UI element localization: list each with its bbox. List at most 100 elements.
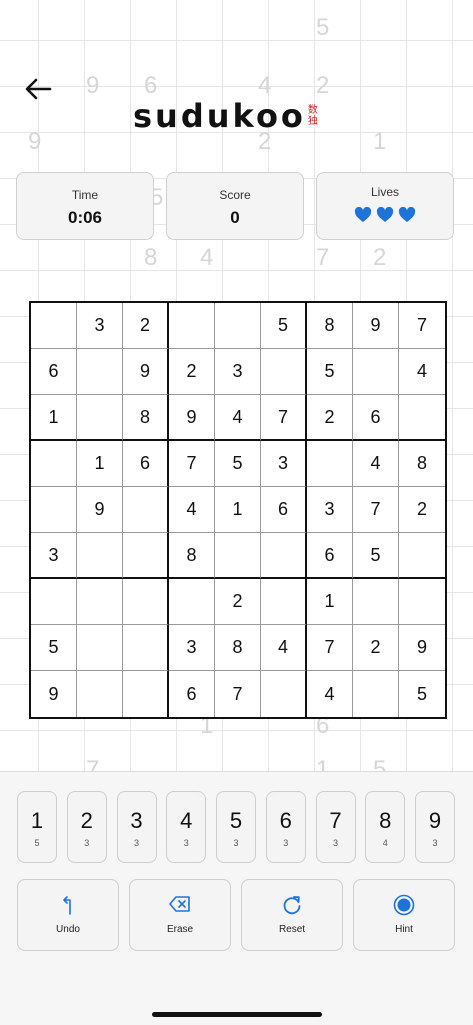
board-cell[interactable]: 7 xyxy=(169,441,215,487)
board-cell[interactable]: 3 xyxy=(31,533,77,579)
board-cell[interactable] xyxy=(169,579,215,625)
number-key-2[interactable]: 23 xyxy=(66,791,107,863)
board-cell[interactable]: 5 xyxy=(261,303,307,349)
hint-button[interactable]: Hint xyxy=(353,879,455,951)
board-cell[interactable]: 6 xyxy=(169,671,215,717)
board-cell[interactable]: 2 xyxy=(215,579,261,625)
home-indicator[interactable] xyxy=(152,1012,322,1017)
board-cell[interactable]: 9 xyxy=(31,671,77,717)
board-cell[interactable] xyxy=(261,579,307,625)
board-cell[interactable]: 5 xyxy=(399,671,445,717)
number-key-7[interactable]: 73 xyxy=(315,791,356,863)
board-cell[interactable]: 2 xyxy=(307,395,353,441)
board-cell[interactable]: 5 xyxy=(31,625,77,671)
board-cell[interactable] xyxy=(77,395,123,441)
board-cell[interactable]: 3 xyxy=(169,625,215,671)
board-cell[interactable]: 3 xyxy=(215,349,261,395)
number-key-1[interactable]: 15 xyxy=(17,791,57,863)
board-cell[interactable]: 5 xyxy=(215,441,261,487)
hint-label: Hint xyxy=(395,924,413,935)
board-cell[interactable] xyxy=(123,671,169,717)
erase-button[interactable]: Erase xyxy=(129,879,231,951)
board-cell[interactable]: 4 xyxy=(307,671,353,717)
board-cell[interactable]: 8 xyxy=(123,395,169,441)
board-cell[interactable]: 9 xyxy=(399,625,445,671)
board-cell[interactable] xyxy=(77,349,123,395)
board-cell[interactable] xyxy=(123,533,169,579)
board-cell[interactable] xyxy=(77,533,123,579)
board-cell[interactable]: 9 xyxy=(169,395,215,441)
board-cell[interactable]: 6 xyxy=(123,441,169,487)
board-cell[interactable]: 8 xyxy=(169,533,215,579)
reset-button[interactable]: Reset xyxy=(241,879,343,951)
board-cell[interactable]: 1 xyxy=(77,441,123,487)
number-key-8[interactable]: 84 xyxy=(365,791,406,863)
board-cell[interactable] xyxy=(169,303,215,349)
board-cell[interactable] xyxy=(353,671,399,717)
board-cell[interactable]: 8 xyxy=(307,303,353,349)
board-cell[interactable] xyxy=(261,671,307,717)
board-cell[interactable]: 3 xyxy=(261,441,307,487)
board-cell[interactable]: 6 xyxy=(307,533,353,579)
board-cell[interactable]: 6 xyxy=(353,395,399,441)
board-cell[interactable]: 9 xyxy=(77,487,123,533)
board-cell[interactable] xyxy=(353,579,399,625)
board-cell[interactable] xyxy=(399,579,445,625)
board-cell[interactable] xyxy=(77,625,123,671)
board-cell[interactable]: 3 xyxy=(77,303,123,349)
board-cell[interactable] xyxy=(399,533,445,579)
board-cell[interactable]: 3 xyxy=(307,487,353,533)
score-card: Score 0 xyxy=(166,172,304,240)
board-cell[interactable] xyxy=(31,303,77,349)
board-cell[interactable] xyxy=(123,487,169,533)
board-cell[interactable] xyxy=(215,533,261,579)
number-key-3[interactable]: 33 xyxy=(116,791,157,863)
number-key-6[interactable]: 63 xyxy=(265,791,306,863)
number-key-digit: 1 xyxy=(30,808,44,833)
board-cell[interactable] xyxy=(123,625,169,671)
undo-button[interactable]: Undo xyxy=(17,879,119,951)
board-cell[interactable] xyxy=(261,349,307,395)
board-cell[interactable]: 8 xyxy=(215,625,261,671)
board-cell[interactable]: 8 xyxy=(399,441,445,487)
number-key-9[interactable]: 93 xyxy=(415,791,455,863)
board-cell[interactable] xyxy=(215,303,261,349)
board-cell[interactable]: 2 xyxy=(123,303,169,349)
board-cell[interactable]: 7 xyxy=(261,395,307,441)
board-cell[interactable] xyxy=(123,579,169,625)
board-cell[interactable]: 2 xyxy=(399,487,445,533)
board-cell[interactable]: 7 xyxy=(307,625,353,671)
back-button[interactable] xyxy=(20,72,56,106)
board-cell[interactable] xyxy=(399,395,445,441)
board-cell[interactable]: 2 xyxy=(353,625,399,671)
board-cell[interactable]: 4 xyxy=(215,395,261,441)
board-cell[interactable]: 1 xyxy=(307,579,353,625)
board-cell[interactable]: 7 xyxy=(353,487,399,533)
board-cell[interactable]: 2 xyxy=(169,349,215,395)
board-cell[interactable] xyxy=(31,441,77,487)
board-cell[interactable]: 4 xyxy=(353,441,399,487)
board-cell[interactable] xyxy=(77,579,123,625)
board-cell[interactable]: 1 xyxy=(31,395,77,441)
board-cell[interactable]: 6 xyxy=(261,487,307,533)
board-cell[interactable]: 5 xyxy=(307,349,353,395)
board-cell[interactable]: 4 xyxy=(399,349,445,395)
board-cell[interactable] xyxy=(31,487,77,533)
board-cell[interactable]: 9 xyxy=(353,303,399,349)
board-cell[interactable]: 4 xyxy=(169,487,215,533)
board-cell[interactable] xyxy=(261,533,307,579)
number-key-4[interactable]: 43 xyxy=(166,791,207,863)
board-cell[interactable]: 4 xyxy=(261,625,307,671)
board-cell[interactable]: 9 xyxy=(123,349,169,395)
board-cell[interactable]: 7 xyxy=(399,303,445,349)
board-cell[interactable] xyxy=(31,579,77,625)
board-cell[interactable] xyxy=(307,441,353,487)
board-cell[interactable]: 6 xyxy=(31,349,77,395)
board-cell[interactable] xyxy=(353,349,399,395)
board-cell[interactable] xyxy=(77,671,123,717)
board-cell[interactable]: 5 xyxy=(353,533,399,579)
number-key-5[interactable]: 53 xyxy=(216,791,256,863)
board-cell[interactable]: 1 xyxy=(215,487,261,533)
reset-label: Reset xyxy=(278,924,306,935)
board-cell[interactable]: 7 xyxy=(215,671,261,717)
